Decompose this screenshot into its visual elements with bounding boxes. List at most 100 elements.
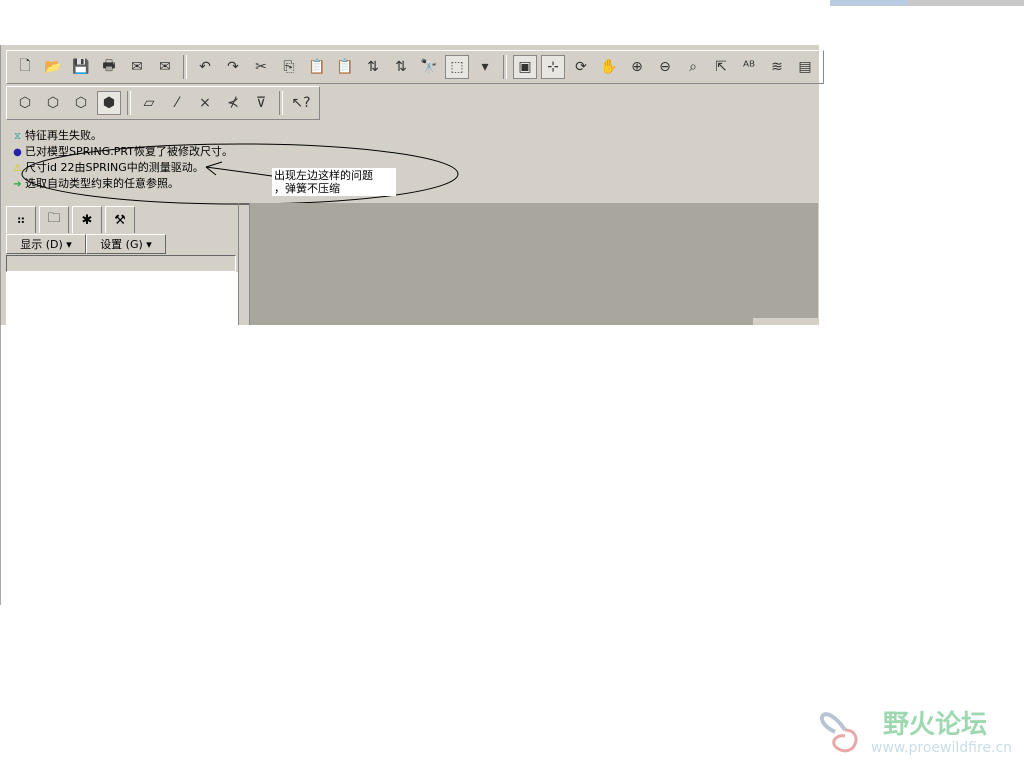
settings-menu-button[interactable]: 设置 (G) ▾ [86, 234, 166, 254]
regenerate-icon: ⇅ [367, 59, 379, 75]
pan-hand-button[interactable]: ✋ [597, 55, 621, 79]
mail-attach-button[interactable]: ✉ [153, 55, 177, 79]
message-text: 尺寸id 22由SPRING中的测量驱动。 [25, 161, 204, 174]
graphics-window-bottom [250, 318, 753, 325]
selection-box-button[interactable]: ⬚ [445, 55, 469, 79]
print-button[interactable]: 🖶 [97, 55, 121, 79]
saved-views-icon: ᴬᴮ [742, 59, 756, 75]
title-bar-fragment [830, 0, 1024, 6]
save-button[interactable]: 💾 [69, 55, 93, 79]
send-mail-button[interactable]: ✉ [125, 55, 149, 79]
hidden-line-icon: ⬡ [46, 95, 60, 111]
datum-planes-button[interactable]: ▱ [137, 91, 161, 115]
model-tree-tab[interactable]: ⠶ [6, 206, 36, 233]
cut-button[interactable]: ✂ [249, 55, 273, 79]
spin-center-button[interactable]: ⊹ [541, 55, 565, 79]
regen-manager-button[interactable]: ⇅ [389, 55, 413, 79]
window-border [0, 325, 1, 605]
reorient-icon: ⇱ [715, 59, 727, 75]
orient-mode-button[interactable]: ⟳ [569, 55, 593, 79]
paste-special-icon: 📋 [336, 59, 354, 75]
save-icon: 💾 [72, 59, 90, 75]
hidden-line-button[interactable]: ⬡ [41, 91, 65, 115]
orient-mode-icon: ⟳ [575, 59, 587, 75]
mail-attach-icon: ✉ [159, 59, 171, 75]
new-file-button[interactable]: 🗋 [13, 55, 37, 79]
folder-browser-tab[interactable]: 🗀 [39, 206, 69, 233]
view-manager-icon: ▤ [798, 59, 812, 75]
message-line: ⚠ 尺寸id 22由SPRING中的测量驱动。 [12, 160, 233, 176]
send-mail-icon: ✉ [131, 59, 143, 75]
layers-button[interactable]: ≋ [765, 55, 789, 79]
repaint-button[interactable]: ▣ [513, 55, 537, 79]
find-icon: 🔭 [420, 59, 438, 75]
open-folder-button[interactable]: 📂 [41, 55, 65, 79]
saved-views-button[interactable]: ᴬᴮ [737, 55, 761, 79]
paste-button[interactable]: 📋 [305, 55, 329, 79]
reorient-button[interactable]: ⇱ [709, 55, 733, 79]
watermark-name: 野火论坛 [883, 710, 988, 740]
redo-button[interactable]: ↷ [221, 55, 245, 79]
favorites-tab[interactable]: ✱ [72, 206, 102, 233]
info-bullet-icon: ● [13, 146, 22, 158]
toolbar-separator [183, 55, 187, 79]
redo-icon: ↷ [227, 59, 239, 75]
model-tree[interactable] [6, 272, 238, 325]
shading-button[interactable]: ⬢ [97, 91, 121, 115]
message-text: 特征再生失败。 [25, 129, 102, 142]
toolbar-separator [127, 91, 131, 115]
wireframe-button[interactable]: ⬡ [13, 91, 37, 115]
datum-axes-icon: ⁄ [175, 95, 179, 111]
coordinate-systems-icon: ⊀ [227, 95, 239, 111]
no-hidden-button[interactable]: ⬡ [69, 91, 93, 115]
model-tree-header [6, 255, 236, 272]
open-folder-icon: 📂 [44, 59, 62, 75]
datum-points-button[interactable]: × [193, 91, 217, 115]
copy-icon: ⎘ [283, 59, 295, 75]
annotations-button[interactable]: ⊽ [249, 91, 273, 115]
coordinate-systems-button[interactable]: ⊀ [221, 91, 245, 115]
panel-splitter[interactable] [238, 203, 250, 325]
print-icon: 🖶 [102, 58, 116, 74]
toolbar-separator [503, 55, 507, 79]
copy-button[interactable]: ⎘ [277, 55, 301, 79]
regen-fail-icon: ⧖ [13, 130, 22, 142]
folder-browser-icon: 🗀 [47, 211, 61, 226]
datum-axes-button[interactable]: ⁄ [165, 91, 189, 115]
zoom-out-button[interactable]: ⊖ [653, 55, 677, 79]
datum-points-icon: × [199, 95, 211, 111]
message-line: ➔ 选取自动类型约束的任意参照。 [12, 176, 233, 192]
graphics-window[interactable] [250, 203, 818, 318]
view-manager-button[interactable]: ▤ [793, 55, 817, 79]
watermark: 野火论坛 www.proewildfire.cn [815, 700, 1012, 764]
regenerate-button[interactable]: ⇅ [361, 55, 385, 79]
paste-special-button[interactable]: 📋 [333, 55, 357, 79]
butterfly-logo-icon [819, 712, 858, 753]
zoom-out-icon: ⊖ [659, 59, 671, 75]
datum-planes-icon: ▱ [143, 95, 155, 111]
context-help-icon: ↖? [291, 95, 311, 111]
undo-button[interactable]: ↶ [193, 55, 217, 79]
prompt-arrow-icon: ➔ [13, 178, 22, 190]
show-menu-button[interactable]: 显示 (D) ▾ [6, 234, 86, 254]
no-hidden-icon: ⬡ [74, 95, 88, 111]
navigator-tabs: ⠶ 🗀 ✱ ⚒ [6, 206, 138, 233]
message-text: 选取自动类型约束的任意参照。 [25, 177, 179, 190]
paste-icon: 📋 [308, 59, 326, 75]
annotations-icon: ⊽ [255, 95, 267, 111]
find-button[interactable]: 🔭 [417, 55, 441, 79]
refit-button[interactable]: ⌕ [681, 55, 705, 79]
layers-icon: ≋ [771, 59, 783, 75]
dropdown-arrow-button[interactable]: ▾ [473, 55, 497, 79]
connections-tab[interactable]: ⚒ [105, 206, 135, 233]
zoom-in-icon: ⊕ [631, 59, 643, 75]
pan-hand-icon: ✋ [600, 59, 618, 75]
message-line: ⧖ 特征再生失败。 [12, 128, 233, 144]
refit-icon: ⌕ [689, 59, 697, 75]
wireframe-icon: ⬡ [18, 95, 32, 111]
model-tree-icon: ⠶ [16, 212, 26, 228]
zoom-in-button[interactable]: ⊕ [625, 55, 649, 79]
watermark-url: www.proewildfire.cn [871, 740, 1013, 756]
new-file-icon: 🗋 [19, 58, 31, 74]
context-help-button[interactable]: ↖? [289, 91, 313, 115]
